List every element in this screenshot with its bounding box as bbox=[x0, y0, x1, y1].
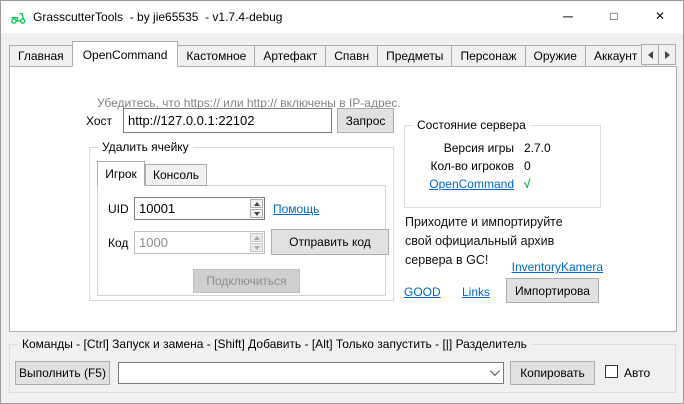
auto-checkbox-label: Авто bbox=[624, 366, 650, 380]
server-status-group-title: Состояние сервера bbox=[413, 118, 530, 132]
chevron-down-icon bbox=[490, 366, 500, 376]
triangle-down-icon bbox=[254, 246, 260, 250]
tab-scroll-left-button[interactable] bbox=[641, 44, 659, 65]
send-code-button[interactable]: Отправить код bbox=[271, 229, 389, 255]
help-link[interactable]: Помощь bbox=[273, 202, 319, 216]
delete-cell-group-title: Удалить ячейку bbox=[98, 140, 193, 154]
connect-button: Подключиться bbox=[193, 269, 300, 293]
inventorykamera-link[interactable]: InventoryKamera bbox=[404, 260, 603, 274]
tab-scroll-right-button[interactable] bbox=[658, 44, 676, 65]
inner-tab-player[interactable]: Игрок bbox=[97, 161, 145, 186]
copy-button[interactable]: Копировать bbox=[510, 361, 595, 385]
triangle-up-icon bbox=[254, 202, 260, 206]
inner-tab-console[interactable]: Консоль bbox=[145, 164, 207, 186]
code-input bbox=[135, 232, 249, 253]
uid-label: UID bbox=[108, 202, 129, 216]
maximize-icon[interactable]: □ bbox=[591, 1, 637, 32]
links-link[interactable]: Links bbox=[462, 285, 490, 299]
triangle-down-icon bbox=[254, 212, 260, 216]
player-count-label: Кол-во игроков bbox=[404, 159, 514, 173]
tab-glavnaya[interactable]: Главная bbox=[9, 45, 73, 67]
tab-opencommand[interactable]: OpenCommand bbox=[72, 41, 179, 67]
game-version-label: Версия игры bbox=[404, 141, 514, 155]
code-spinner bbox=[249, 232, 264, 253]
main-tab-strip: Главная OpenCommand Кастомное Артефакт С… bbox=[9, 41, 677, 67]
app-scooter-icon bbox=[10, 9, 26, 25]
import-note-line-2: свой официальный архив bbox=[405, 234, 554, 248]
import-button[interactable]: Импортирова bbox=[506, 278, 599, 303]
triangle-up-icon bbox=[254, 236, 260, 240]
run-button[interactable]: Выполнить (F5) bbox=[15, 361, 110, 385]
import-note-line-1: Приходите и импортируйте bbox=[405, 215, 563, 229]
uid-input[interactable] bbox=[135, 198, 249, 219]
tab-akkaunt[interactable]: Аккаунт bbox=[585, 45, 646, 67]
spinner-down-button[interactable] bbox=[250, 209, 263, 218]
game-version-value: 2.7.0 bbox=[524, 141, 551, 155]
window-title: GrasscutterTools - by jie65535 - v1.7.4-… bbox=[33, 10, 282, 24]
code-stepper bbox=[134, 231, 265, 254]
tab-personazh[interactable]: Персонаж bbox=[451, 45, 525, 67]
host-input[interactable] bbox=[123, 108, 332, 133]
commands-group-title: Команды - [Ctrl] Запуск и замена - [Shif… bbox=[18, 337, 531, 351]
arrow-left-icon bbox=[648, 51, 653, 59]
tab-predmety[interactable]: Предметы bbox=[377, 45, 452, 67]
title-bar: GrasscutterTools - by jie65535 - v1.7.4-… bbox=[1, 1, 683, 33]
app-window: GrasscutterTools - by jie65535 - v1.7.4-… bbox=[0, 0, 684, 404]
uid-stepper bbox=[134, 197, 265, 220]
tab-artefakt[interactable]: Артефакт bbox=[254, 45, 326, 67]
spinner-down-button bbox=[250, 243, 263, 252]
close-icon[interactable]: ✕ bbox=[637, 1, 683, 32]
command-combobox[interactable] bbox=[118, 362, 504, 384]
arrow-right-icon bbox=[665, 51, 670, 59]
request-button[interactable]: Запрос bbox=[337, 108, 394, 133]
opencommand-status-link[interactable]: OpenCommand bbox=[422, 177, 514, 191]
host-label: Хост bbox=[86, 114, 112, 128]
spinner-up-button[interactable] bbox=[250, 199, 263, 208]
tab-kastomnoe[interactable]: Кастомное bbox=[177, 45, 255, 67]
uid-spinner bbox=[249, 198, 264, 219]
tab-spavn[interactable]: Спавн bbox=[325, 45, 378, 67]
command-input[interactable] bbox=[119, 363, 483, 383]
spinner-up-button bbox=[250, 233, 263, 242]
player-count-value: 0 bbox=[524, 159, 531, 173]
good-link[interactable]: GOOD bbox=[404, 285, 441, 299]
code-label: Код bbox=[108, 236, 128, 250]
auto-checkbox[interactable] bbox=[605, 365, 618, 378]
tab-oruzhie[interactable]: Оружие bbox=[525, 45, 586, 67]
opencommand-check-icon: √ bbox=[524, 177, 531, 191]
minimize-icon[interactable]: ─ bbox=[545, 1, 591, 32]
